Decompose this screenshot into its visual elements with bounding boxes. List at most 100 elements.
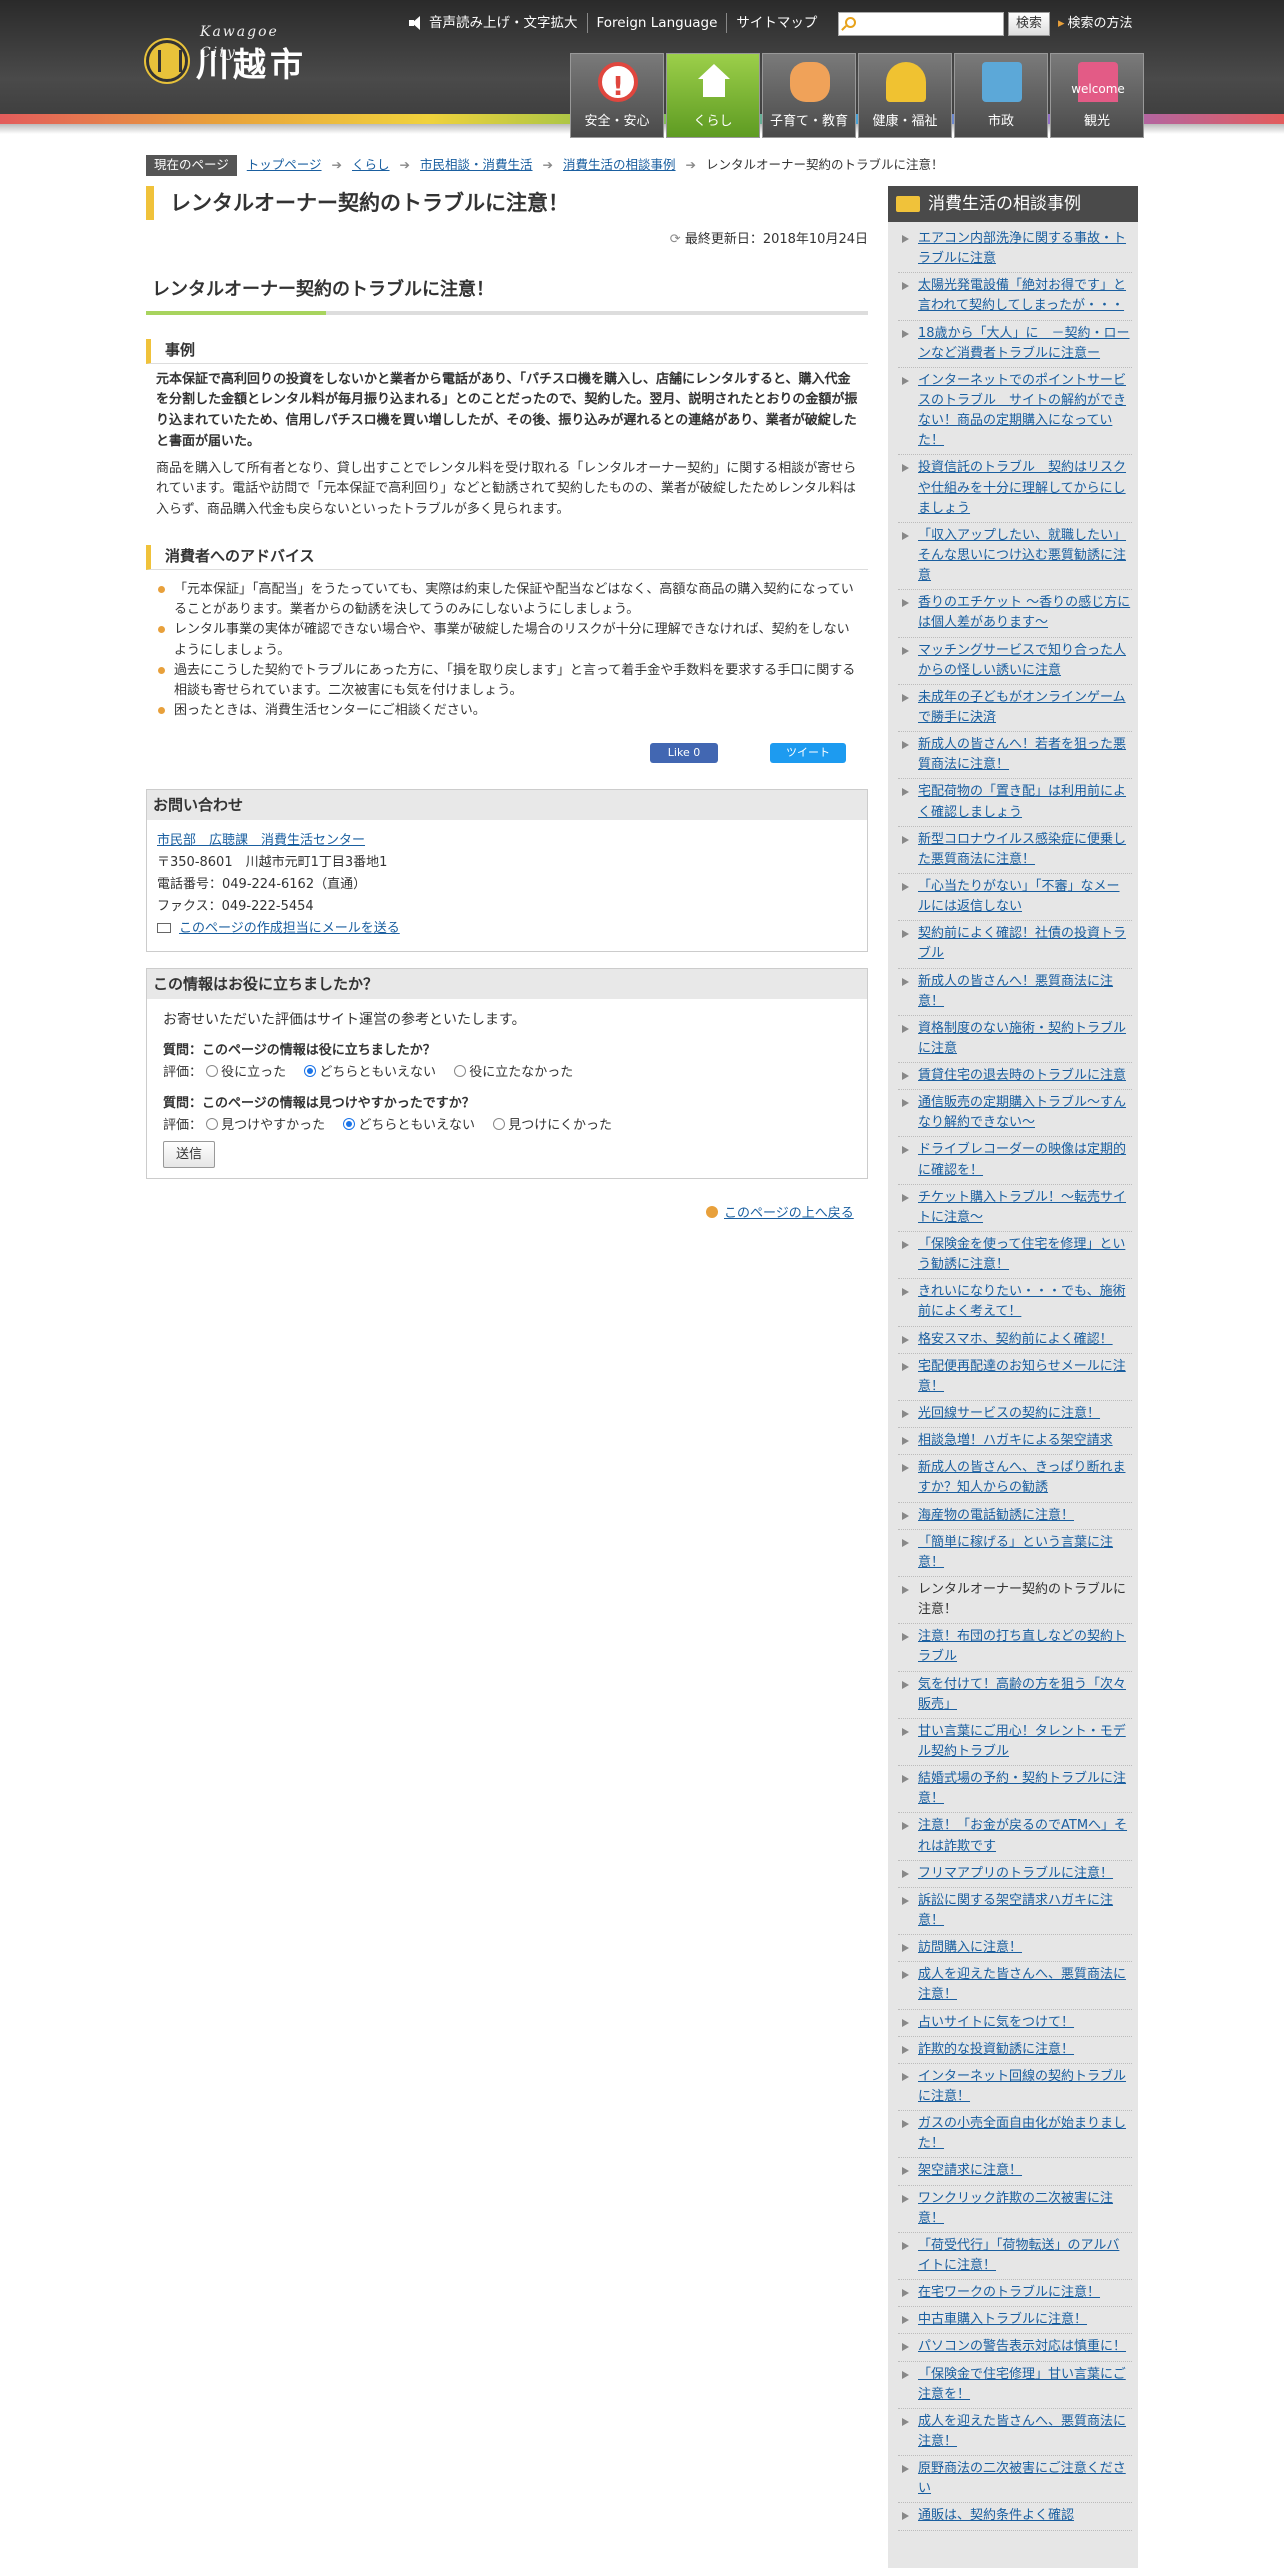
sidebar-item[interactable]: ドライブレコーダーの映像は定期的に確認を！: [898, 1137, 1132, 1185]
sidebar-item-link[interactable]: 結婚式場の予約・契約トラブルに注意！: [918, 1771, 1126, 1806]
sidebar-item[interactable]: 訪問購入に注意！: [898, 1935, 1132, 1963]
nav-living[interactable]: くらし: [666, 53, 760, 138]
sidebar-item[interactable]: 成人を迎えた皆さんへ、悪質商法に注意！: [898, 1962, 1132, 2010]
sidebar-item[interactable]: 「保険金で住宅修理」甘い言葉にご注意を！: [898, 2362, 1132, 2409]
sidebar-item-link[interactable]: 甘い言葉にご用心！タレント・モデル契約トラブル: [918, 1724, 1126, 1759]
sidebar-item[interactable]: 在宅ワークのトラブルに注意！: [898, 2280, 1132, 2308]
sidebar-item[interactable]: インターネットでのポイントサービスのトラブル サイトの解約ができない！商品の定期…: [898, 368, 1132, 456]
sidebar-item-link[interactable]: 通信販売の定期購入トラブル～すんなり解約できない～: [918, 1095, 1126, 1130]
sidebar-item[interactable]: 注意！「お金が戻るのでATMへ」それは詐欺です: [898, 1813, 1132, 1861]
sidebar-item-link[interactable]: 新成人の皆さんへ！悪質商法に注意！: [918, 974, 1113, 1009]
sidebar-item-link[interactable]: ドライブレコーダーの映像は定期的に確認を！: [918, 1142, 1126, 1177]
sidebar-item-link[interactable]: 新成人の皆さんへ、きっぱり断れますか？知人からの勧誘: [918, 1460, 1125, 1495]
radio-easy[interactable]: [206, 1117, 219, 1130]
sidebar-item-link[interactable]: 訪問購入に注意！: [918, 1940, 1022, 1955]
util-sitemap[interactable]: サイトマップ: [726, 12, 826, 34]
sidebar-item-link[interactable]: 宅配荷物の「置き配」は利用前によく確認しましょう: [918, 784, 1126, 819]
sidebar-item-link[interactable]: 格安スマホ、契約前によく確認！: [918, 1332, 1113, 1347]
sidebar-item-link[interactable]: 注意！「お金が戻るのでATMへ」それは詐欺です: [918, 1818, 1127, 1853]
sidebar-item[interactable]: 未成年の子どもがオンラインゲームで勝手に決済: [898, 685, 1132, 733]
sidebar-item-link[interactable]: エアコン内部洗浄に関する事故・トラブルに注意: [918, 231, 1126, 266]
sidebar-item-link[interactable]: 新成人の皆さんへ！若者を狙った悪質商法に注意！: [918, 737, 1126, 772]
sidebar-item-link[interactable]: 「保険金で住宅修理」甘い言葉にご注意を！: [918, 2367, 1126, 2402]
sidebar-item[interactable]: 宅配便再配達のお知らせメールに注意！: [898, 1354, 1132, 1402]
sidebar-item-link[interactable]: 賃貸住宅の退去時のトラブルに注意: [918, 1068, 1126, 1083]
sidebar-item[interactable]: フリマアプリのトラブルに注意！: [898, 1861, 1132, 1888]
sidebar-item-link[interactable]: 気を付けて！高齢の方を狙う「次々販売」: [918, 1677, 1126, 1712]
sidebar-item[interactable]: 宅配荷物の「置き配」は利用前によく確認しましょう: [898, 779, 1132, 827]
sidebar-item[interactable]: ガスの小売全面自由化が始まりました！: [898, 2111, 1132, 2159]
sidebar-item[interactable]: 投資信託のトラブル 契約はリスクや仕組みを十分に理解してからにしましょう: [898, 455, 1132, 523]
sidebar-item-link[interactable]: 原野商法の二次被害にご注意ください: [918, 2461, 1126, 2496]
sidebar-item[interactable]: 賃貸住宅の退去時のトラブルに注意: [898, 1063, 1132, 1091]
sidebar-item-link[interactable]: 「心当たりがない」「不審」なメールには返信しない: [918, 879, 1120, 914]
sidebar-item[interactable]: 注意！布団の打ち直しなどの契約トラブル: [898, 1624, 1132, 1672]
sidebar-item[interactable]: 結婚式場の予約・契約トラブルに注意！: [898, 1766, 1132, 1814]
util-foreign-language[interactable]: Foreign Language: [586, 12, 727, 34]
contact-dept-link[interactable]: 市民部 広聴課 消費生活センター: [157, 833, 365, 848]
sidebar-item[interactable]: 訴訟に関する架空請求ハガキに注意！: [898, 1888, 1132, 1936]
sidebar-item-link[interactable]: フリマアプリのトラブルに注意！: [918, 1866, 1113, 1881]
sidebar-item[interactable]: 太陽光発電設備「絶対お得です」と言われて契約してしまったが・・・: [898, 273, 1132, 321]
site-logo[interactable]: Kawagoe City 川越市: [146, 22, 321, 88]
sidebar-item[interactable]: 光回線サービスの契約に注意！: [898, 1401, 1132, 1429]
breadcrumb-link[interactable]: 市民相談・消費生活: [420, 156, 533, 175]
sidebar-item[interactable]: 資格制度のない施術・契約トラブルに注意: [898, 1016, 1132, 1064]
util-read-aloud[interactable]: 音声読み上げ・文字拡大: [400, 13, 587, 33]
sidebar-item[interactable]: 詐欺的な投資勧誘に注意！: [898, 2037, 1132, 2064]
nav-health[interactable]: 健康・福祉: [858, 53, 952, 138]
radio-neutral[interactable]: [304, 1065, 317, 1078]
sidebar-item[interactable]: 気を付けて！高齢の方を狙う「次々販売」: [898, 1672, 1132, 1719]
contact-mail-link[interactable]: このページの作成担当にメールを送る: [179, 921, 400, 936]
sidebar-item-link[interactable]: 投資信託のトラブル 契約はリスクや仕組みを十分に理解してからにしましょう: [918, 460, 1126, 515]
sidebar-item-link[interactable]: 光回線サービスの契約に注意！: [918, 1406, 1100, 1421]
sidebar-item[interactable]: 相談急増！ハガキによる架空請求: [898, 1428, 1132, 1456]
sidebar-item[interactable]: 新成人の皆さんへ！悪質商法に注意！: [898, 969, 1132, 1016]
sidebar-item-link[interactable]: 架空請求に注意！: [918, 2163, 1022, 2178]
sidebar-item[interactable]: 新成人の皆さんへ！若者を狙った悪質商法に注意！: [898, 732, 1132, 780]
sidebar-item-link[interactable]: インターネット回線の契約トラブルに注意！: [918, 2069, 1126, 2104]
sidebar-item[interactable]: 原野商法の二次被害にご注意ください: [898, 2456, 1132, 2504]
sidebar-item-link[interactable]: 通販は、契約条件よく確認: [918, 2508, 1074, 2523]
sidebar-item[interactable]: 18歳から「大人」に －契約・ローンなど消費者トラブルに注意ー: [898, 321, 1132, 368]
sidebar-item[interactable]: 海産物の電話勧誘に注意！: [898, 1503, 1132, 1530]
sidebar-item-link[interactable]: 「荷受代行」「荷物転送」のアルバイトに注意！: [918, 2238, 1119, 2273]
sidebar-item[interactable]: 成人を迎えた皆さんへ、悪質商法に注意！: [898, 2409, 1132, 2457]
sidebar-item-link[interactable]: 香りのエチケット ～香りの感じ方には個人差があります～: [918, 595, 1130, 630]
sidebar-item[interactable]: チケット購入トラブル！～転売サイトに注意～: [898, 1185, 1132, 1233]
sidebar-item[interactable]: 甘い言葉にご用心！タレント・モデル契約トラブル: [898, 1719, 1132, 1767]
sidebar-item-link[interactable]: パソコンの警告表示対応は慎重に！: [918, 2339, 1126, 2354]
sidebar-item-link[interactable]: 未成年の子どもがオンラインゲームで勝手に決済: [918, 690, 1126, 725]
sidebar-item-link[interactable]: チケット購入トラブル！～転売サイトに注意～: [918, 1190, 1126, 1225]
nav-tourism[interactable]: 観光: [1050, 53, 1144, 138]
sidebar-item-link[interactable]: 資格制度のない施術・契約トラブルに注意: [918, 1021, 1126, 1056]
facebook-like-button[interactable]: Like 0: [650, 743, 718, 764]
breadcrumb-link[interactable]: 消費生活の相談事例: [563, 156, 676, 175]
sidebar-item-link[interactable]: 太陽光発電設備「絶対お得です」と言われて契約してしまったが・・・: [918, 278, 1126, 313]
radio-not-useful[interactable]: [454, 1065, 467, 1078]
sidebar-item[interactable]: 占いサイトに気をつけて！: [898, 2010, 1132, 2037]
sidebar-item-link[interactable]: 海産物の電話勧誘に注意！: [918, 1508, 1074, 1523]
sidebar-item-link[interactable]: 「保険金を使って住宅を修理」という勧誘に注意！: [918, 1237, 1125, 1272]
sidebar-item[interactable]: 格安スマホ、契約前によく確認！: [898, 1327, 1132, 1354]
sidebar-item[interactable]: 通信販売の定期購入トラブル～すんなり解約できない～: [898, 1090, 1132, 1138]
submit-button[interactable]: 送信: [163, 1140, 215, 1168]
back-to-top-link[interactable]: このページの上へ戻る: [706, 1204, 854, 1224]
search-button[interactable]: 検索: [1008, 12, 1050, 36]
sidebar-item[interactable]: マッチングサービスで知り合った人からの怪しい誘いに注意: [898, 638, 1132, 685]
sidebar-item[interactable]: きれいになりたい・・・でも、施術前によく考えて！: [898, 1279, 1132, 1327]
sidebar-item-link[interactable]: 宅配便再配達のお知らせメールに注意！: [918, 1359, 1126, 1394]
sidebar-item[interactable]: 「心当たりがない」「不審」なメールには返信しない: [898, 874, 1132, 922]
sidebar-item[interactable]: 架空請求に注意！: [898, 2158, 1132, 2186]
sidebar-item[interactable]: エアコン内部洗浄に関する事故・トラブルに注意: [898, 226, 1132, 274]
sidebar-item-link[interactable]: 「収入アップしたい、就職したい」そんな思いにつけ込む悪質勧誘に注意: [918, 528, 1126, 583]
sidebar-item[interactable]: 「収入アップしたい、就職したい」そんな思いにつけ込む悪質勧誘に注意: [898, 523, 1132, 591]
nav-safety[interactable]: 安全・安心: [570, 53, 664, 138]
sidebar-item[interactable]: 香りのエチケット ～香りの感じ方には個人差があります～: [898, 590, 1132, 638]
sidebar-item-link[interactable]: 成人を迎えた皆さんへ、悪質商法に注意！: [918, 2414, 1126, 2449]
search-help-link[interactable]: 検索の方法: [1058, 12, 1133, 36]
sidebar-item-link[interactable]: ガスの小売全面自由化が始まりました！: [918, 2116, 1126, 2151]
breadcrumb-link[interactable]: くらし: [352, 156, 390, 175]
sidebar-item-link[interactable]: 18歳から「大人」に －契約・ローンなど消費者トラブルに注意ー: [918, 326, 1130, 361]
sidebar-item-link[interactable]: 契約前によく確認！社債の投資トラブル: [918, 926, 1126, 961]
